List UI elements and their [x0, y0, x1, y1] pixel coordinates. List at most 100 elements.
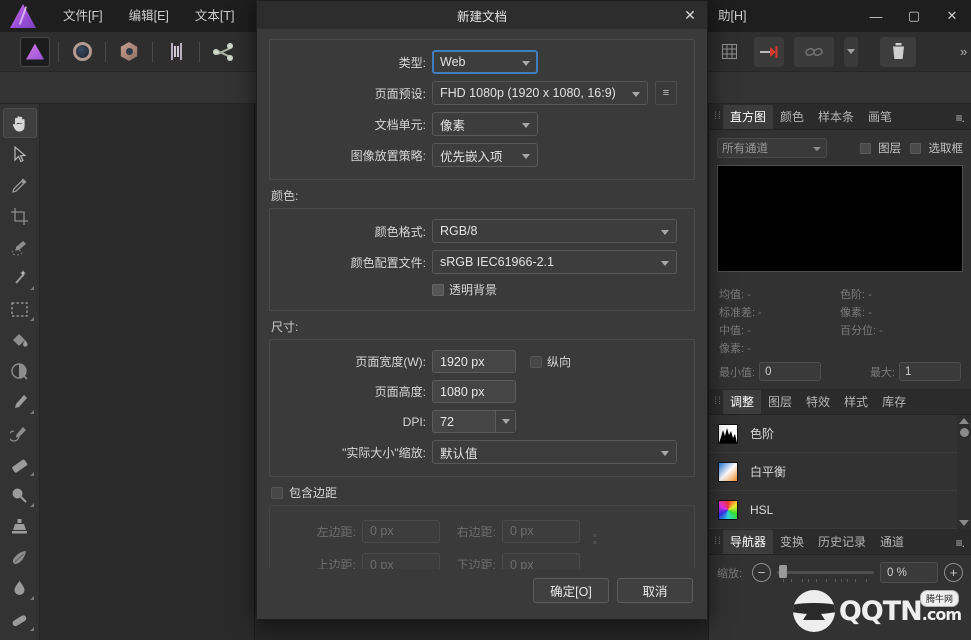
- tab-channels[interactable]: 通道: [873, 530, 911, 554]
- tab-swatches[interactable]: 样本条: [811, 105, 861, 129]
- slider-knob[interactable]: [779, 565, 788, 578]
- tab-effects[interactable]: 特效: [799, 390, 837, 414]
- dpi-input[interactable]: 72: [432, 410, 516, 433]
- document-units-dropdown[interactable]: 像素: [432, 112, 538, 136]
- tab-history[interactable]: 历史记录: [811, 530, 873, 554]
- page-width-input[interactable]: 1920 px: [432, 350, 516, 373]
- page-preset-label: 页面预设:: [374, 86, 426, 101]
- blur-tool[interactable]: [3, 480, 37, 510]
- scroll-up-icon[interactable]: [959, 418, 969, 424]
- tab-styles[interactable]: 样式: [837, 390, 875, 414]
- move-tool[interactable]: [3, 139, 37, 169]
- tab-color[interactable]: 颜色: [773, 105, 811, 129]
- panel-menu-icon[interactable]: ≡.: [956, 111, 965, 125]
- right-margin-input[interactable]: 0 px: [502, 519, 580, 543]
- tab-adjustments[interactable]: 调整: [723, 390, 762, 414]
- tab-transform[interactable]: 变换: [773, 530, 811, 554]
- tone-mapping-persona-icon[interactable]: [161, 37, 191, 67]
- clone-brush-tool[interactable]: [3, 511, 37, 541]
- menu-edit[interactable]: 编辑[E]: [116, 0, 182, 32]
- panel-grip-icon[interactable]: ⁞⁞: [713, 388, 723, 414]
- preset-menu-button[interactable]: ≡: [655, 81, 677, 105]
- panel-grip-icon[interactable]: ⁞⁞: [713, 103, 723, 129]
- marquee-checkbox[interactable]: 选取框: [910, 140, 963, 156]
- tab-brushes[interactable]: 画笔: [861, 105, 899, 129]
- tab-histogram[interactable]: 直方图: [723, 105, 774, 129]
- page-height-input[interactable]: 1080 px: [432, 380, 516, 403]
- panel-grip-icon[interactable]: ⁞⁞: [713, 528, 723, 554]
- zoom-value-input[interactable]: 0 %: [880, 562, 938, 583]
- zoom-slider[interactable]: [777, 563, 874, 582]
- portrait-checkbox[interactable]: 纵向: [530, 353, 571, 370]
- page-preset-dropdown[interactable]: FHD 1080p (1920 x 1080, 16:9): [432, 81, 648, 105]
- dodge-burn-tool[interactable]: [3, 542, 37, 572]
- panel-menu-icon[interactable]: ≡.: [956, 536, 965, 550]
- color-format-dropdown[interactable]: RGB/8: [432, 219, 677, 243]
- adjustments-scrollbar[interactable]: [957, 415, 971, 529]
- size-section-title: 尺寸:: [271, 320, 299, 334]
- minimize-button[interactable]: —: [857, 0, 895, 32]
- color-profile-dropdown[interactable]: sRGB IEC61966-2.1: [432, 250, 677, 274]
- left-margin-input[interactable]: 0 px: [362, 519, 440, 543]
- pen-tool[interactable]: [3, 635, 37, 640]
- page-preset-value: FHD 1080p (1920 x 1080, 16:9): [440, 86, 616, 100]
- selection-brush-tool[interactable]: [3, 232, 37, 262]
- crop-tool[interactable]: [3, 201, 37, 231]
- develop-persona-icon[interactable]: [67, 37, 97, 67]
- grid-icon[interactable]: [714, 37, 744, 67]
- ok-button[interactable]: 确定[O]: [533, 577, 609, 603]
- min-input[interactable]: 0: [759, 362, 822, 381]
- chain-link-icon[interactable]: ▫ ▫: [590, 531, 600, 547]
- magic-wand-tool[interactable]: [3, 263, 37, 293]
- dpi-dropdown-button[interactable]: [495, 411, 515, 432]
- patch-tool[interactable]: [3, 604, 37, 634]
- image-placement-dropdown[interactable]: 优先嵌入项: [432, 143, 538, 167]
- actual-size-scale-dropdown[interactable]: 默认值: [432, 440, 677, 464]
- menu-file[interactable]: 文件[F]: [50, 0, 116, 32]
- liquify-persona-icon[interactable]: [114, 37, 144, 67]
- link-icon[interactable]: [794, 36, 834, 67]
- close-button[interactable]: ✕: [933, 0, 971, 32]
- max-input[interactable]: 1: [899, 362, 961, 381]
- marquee-checkbox-label: 选取框: [928, 143, 964, 155]
- smudge-tool[interactable]: [3, 418, 37, 448]
- trash-icon[interactable]: [880, 36, 916, 67]
- scroll-down-icon[interactable]: [959, 520, 969, 526]
- tab-navigator[interactable]: 导航器: [723, 530, 774, 554]
- top-margin-input[interactable]: 0 px: [362, 553, 440, 569]
- paint-brush-tool[interactable]: [3, 387, 37, 417]
- export-persona-icon[interactable]: [208, 37, 238, 67]
- menu-text[interactable]: 文本[T]: [182, 0, 248, 32]
- adjustment-item-hsl[interactable]: HSL: [709, 491, 971, 529]
- channel-select[interactable]: 所有通道: [717, 138, 827, 158]
- snap-icon[interactable]: [754, 36, 784, 67]
- include-margins-checkbox[interactable]: 包含边距: [271, 484, 695, 501]
- liquify-tool[interactable]: [3, 573, 37, 603]
- row-page-width: 页面宽度(W): 1920 px 纵向: [282, 350, 682, 373]
- erase-brush-tool[interactable]: [3, 449, 37, 479]
- menu-help[interactable]: 助[H]: [705, 0, 759, 32]
- dialog-close-button[interactable]: ✕: [673, 1, 707, 29]
- tab-layers[interactable]: 图层: [761, 390, 799, 414]
- transparent-background-checkbox[interactable]: 透明背景: [432, 281, 497, 298]
- maximize-button[interactable]: ▢: [895, 0, 933, 32]
- zoom-in-button[interactable]: +: [944, 563, 963, 582]
- paint-bucket-tool[interactable]: [3, 325, 37, 355]
- scrollbar-thumb[interactable]: [959, 428, 969, 437]
- layer-checkbox[interactable]: 图层: [859, 140, 902, 156]
- marquee-tool[interactable]: [3, 294, 37, 324]
- hand-tool[interactable]: [2, 108, 37, 138]
- chevron-down-icon[interactable]: [844, 36, 858, 67]
- color-picker-tool[interactable]: [3, 170, 37, 200]
- zoom-out-button[interactable]: −: [752, 563, 772, 582]
- cancel-button[interactable]: 取消: [617, 577, 693, 603]
- tab-stock[interactable]: 库存: [875, 390, 913, 414]
- type-dropdown[interactable]: Web: [432, 50, 538, 74]
- overflow-chevrons-icon[interactable]: »: [960, 44, 967, 59]
- layer-checkbox-label: 图层: [878, 143, 902, 155]
- adjustment-item-levels[interactable]: 色阶: [709, 415, 971, 453]
- gradient-tool[interactable]: [3, 356, 37, 386]
- adjustment-item-white-balance[interactable]: 白平衡: [709, 453, 971, 491]
- bottom-margin-input[interactable]: 0 px: [502, 553, 580, 569]
- affinity-persona-icon[interactable]: [20, 36, 50, 67]
